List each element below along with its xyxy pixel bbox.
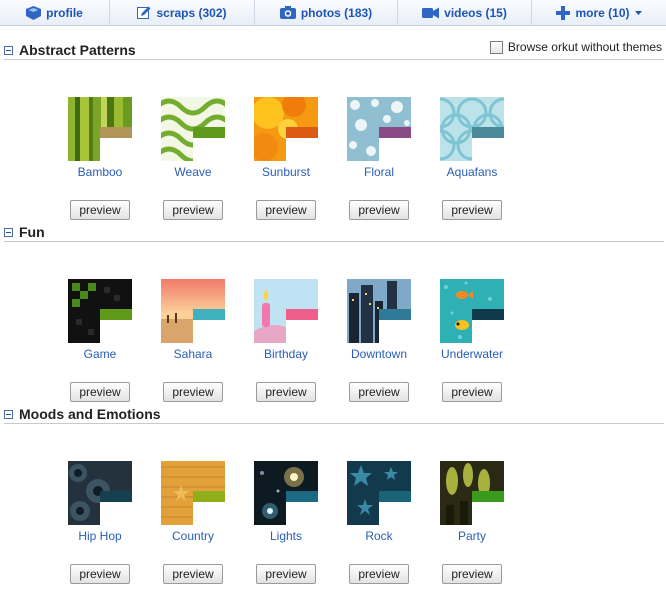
camera-icon — [279, 6, 296, 19]
tab-profile[interactable]: profile — [0, 0, 110, 25]
top-navigation-bar: profile scraps (302) photos (183) videos… — [0, 0, 666, 26]
swatch — [472, 309, 504, 320]
tab-scraps[interactable]: scraps (302) — [110, 0, 255, 25]
preview-button-country[interactable]: preview — [163, 564, 223, 584]
preview-button-sahara[interactable]: preview — [163, 382, 223, 402]
tab-videos[interactable]: videos (15) — [398, 0, 532, 25]
tab-label: profile — [46, 5, 83, 20]
tab-label: videos (15) — [444, 5, 507, 20]
tab-photos[interactable]: photos (183) — [255, 0, 398, 25]
swatch — [286, 491, 318, 502]
swatch — [100, 309, 132, 320]
theme-thumbnail-birthday[interactable] — [254, 279, 318, 343]
browse-without-themes-label: Browse orkut without themes — [507, 40, 662, 54]
theme-thumbnail-floral[interactable] — [347, 97, 411, 161]
profile-box-icon — [26, 5, 42, 20]
swatch — [379, 127, 411, 138]
theme-thumbnail-weave[interactable] — [161, 97, 225, 161]
theme-thumbnail-sahara[interactable] — [161, 279, 225, 343]
tab-label: photos (183) — [300, 5, 373, 20]
preview-button-aquafans[interactable]: preview — [442, 200, 502, 220]
chevron-down-icon — [634, 10, 642, 15]
section-header: Moods and Emotions — [4, 406, 664, 424]
swatch — [286, 309, 318, 320]
theme-name[interactable]: Rock — [339, 529, 419, 543]
plus-icon — [556, 5, 571, 20]
theme-thumbnail-underwater[interactable] — [440, 279, 504, 343]
theme-name[interactable]: Sahara — [153, 347, 233, 361]
browse-without-themes-checkbox[interactable] — [489, 40, 503, 54]
preview-button-floral[interactable]: preview — [349, 200, 409, 220]
theme-thumbnail-game[interactable] — [68, 279, 132, 343]
section-title: Moods and Emotions — [19, 406, 161, 422]
preview-button-downtown[interactable]: preview — [349, 382, 409, 402]
preview-button-party[interactable]: preview — [442, 564, 502, 584]
browse-without-themes-option[interactable]: Browse orkut without themes — [489, 40, 662, 54]
theme-name[interactable]: Lights — [246, 529, 326, 543]
theme-name[interactable]: Sunburst — [246, 165, 326, 179]
preview-button-lights[interactable]: preview — [256, 564, 316, 584]
preview-button-hip-hop[interactable]: preview — [70, 564, 130, 584]
theme-name[interactable]: Birthday — [246, 347, 326, 361]
swatch — [193, 491, 225, 502]
preview-button-bamboo[interactable]: preview — [70, 200, 130, 220]
preview-button-weave[interactable]: preview — [163, 200, 223, 220]
preview-button-sunburst[interactable]: preview — [256, 200, 316, 220]
tab-label: scraps (302) — [156, 5, 227, 20]
theme-name[interactable]: Underwater — [432, 347, 512, 361]
theme-thumbnail-lights[interactable] — [254, 461, 318, 525]
theme-name[interactable]: Game — [60, 347, 140, 361]
theme-thumbnail-aquafans[interactable] — [440, 97, 504, 161]
swatch — [193, 309, 225, 320]
swatch — [379, 309, 411, 320]
theme-name[interactable]: Country — [153, 529, 233, 543]
preview-button-birthday[interactable]: preview — [256, 382, 316, 402]
theme-name[interactable]: Bamboo — [60, 165, 140, 179]
theme-thumbnail-rock[interactable] — [347, 461, 411, 525]
theme-thumbnail-downtown[interactable] — [347, 279, 411, 343]
swatch — [472, 127, 504, 138]
theme-name[interactable]: Aquafans — [432, 165, 512, 179]
theme-thumbnail-country[interactable] — [161, 461, 225, 525]
theme-thumbnail-hip-hop[interactable] — [68, 461, 132, 525]
theme-thumbnail-sunburst[interactable] — [254, 97, 318, 161]
swatch — [286, 127, 318, 138]
theme-name[interactable]: Downtown — [339, 347, 419, 361]
section-title: Abstract Patterns — [19, 42, 136, 58]
section-header: Fun — [4, 224, 664, 242]
tab-more[interactable]: more (10) — [532, 0, 666, 25]
theme-name[interactable]: Hip Hop — [60, 529, 140, 543]
swatch — [100, 127, 132, 138]
preview-button-underwater[interactable]: preview — [442, 382, 502, 402]
swatch — [193, 127, 225, 138]
theme-name[interactable]: Floral — [339, 165, 419, 179]
collapse-icon[interactable] — [4, 46, 13, 55]
theme-thumbnail-party[interactable] — [440, 461, 504, 525]
theme-name[interactable]: Weave — [153, 165, 233, 179]
video-camera-icon — [422, 7, 440, 19]
tab-label: more (10) — [575, 5, 630, 20]
collapse-icon[interactable] — [4, 228, 13, 237]
scraps-pencil-icon — [137, 6, 151, 20]
swatch — [100, 491, 132, 502]
collapse-icon[interactable] — [4, 410, 13, 419]
theme-name[interactable]: Party — [432, 529, 512, 543]
theme-thumbnail-bamboo[interactable] — [68, 97, 132, 161]
preview-button-rock[interactable]: preview — [349, 564, 409, 584]
preview-button-game[interactable]: preview — [70, 382, 130, 402]
swatch — [379, 491, 411, 502]
swatch — [472, 491, 504, 502]
section-title: Fun — [19, 224, 45, 240]
